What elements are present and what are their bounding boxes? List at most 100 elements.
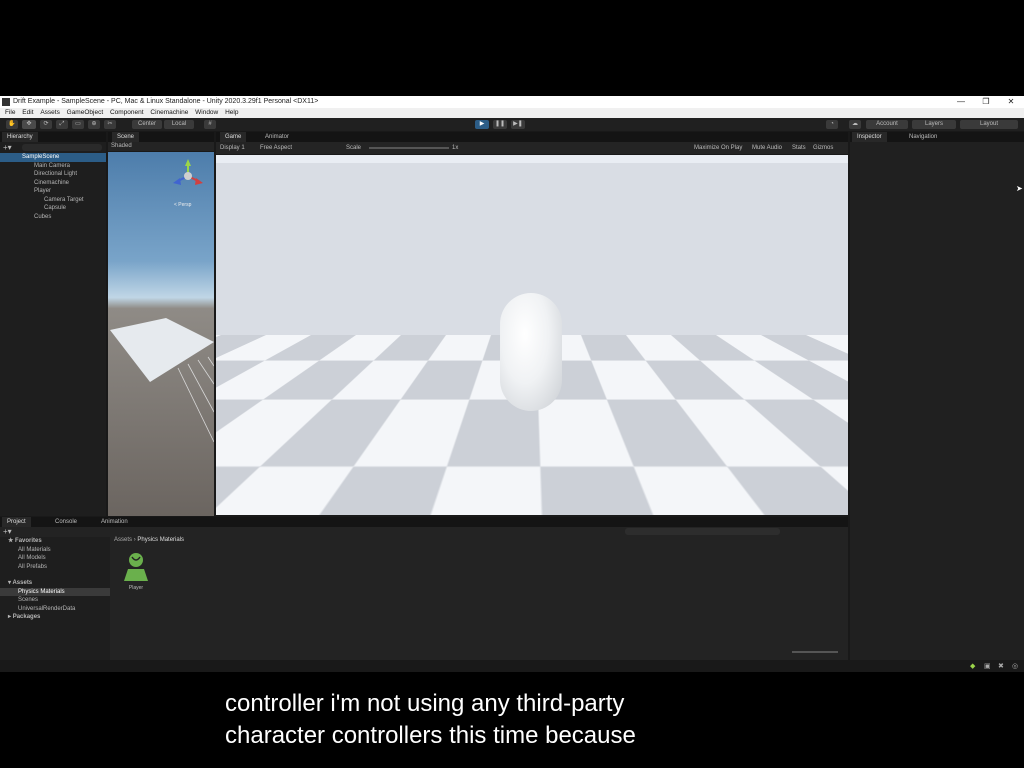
account-dropdown[interactable]: Account xyxy=(866,120,908,129)
inspector-tabstrip: Inspector Navigation xyxy=(850,132,1024,142)
scale-tool-button[interactable]: ⤢ xyxy=(56,120,68,129)
status-icon-4: ◎ xyxy=(1012,662,1018,670)
pause-button[interactable]: ❚❚ xyxy=(493,120,507,129)
hierarchy-tabstrip: Hierarchy xyxy=(0,132,106,142)
project-search-input[interactable] xyxy=(625,528,780,535)
tab-animation[interactable]: Animation xyxy=(96,517,133,527)
collab-icon[interactable]: ◔ xyxy=(826,120,838,129)
aspect-dropdown[interactable]: Free Aspect xyxy=(260,142,292,154)
step-button[interactable]: ▶❚ xyxy=(511,120,525,129)
status-icon: ◆ xyxy=(970,662,975,670)
folder-scenes[interactable]: Scenes xyxy=(0,596,110,605)
mute-audio-toggle[interactable]: Mute Audio xyxy=(752,142,782,154)
breadcrumb-physics-materials[interactable]: Physics Materials xyxy=(137,537,184,543)
scale-label: Scale xyxy=(346,142,361,154)
tab-project[interactable]: Project xyxy=(2,517,31,527)
minimize-button[interactable]: — xyxy=(954,96,968,108)
folder-universal-render-data[interactable]: UniversalRenderData xyxy=(0,605,110,614)
hand-tool-button[interactable]: ✋ xyxy=(6,120,18,129)
hierarchy-add-button[interactable]: +▾ xyxy=(3,143,12,152)
tree-item-capsule[interactable]: Capsule xyxy=(0,204,106,213)
menu-bar: File Edit Assets GameObject Component Ci… xyxy=(0,108,1024,118)
game-sky xyxy=(216,155,848,163)
tab-inspector[interactable]: Inspector xyxy=(852,132,887,142)
asset-item-player[interactable]: Player xyxy=(118,551,154,593)
scene-gizmo[interactable] xyxy=(170,158,206,194)
tree-item-samplescene[interactable]: SampleScene xyxy=(0,153,106,162)
menu-gameobject[interactable]: GameObject xyxy=(67,108,104,118)
pivot-toggle[interactable]: Center xyxy=(132,120,162,129)
unity-logo-icon xyxy=(2,98,10,106)
menu-edit[interactable]: Edit xyxy=(22,108,33,118)
scale-slider[interactable] xyxy=(369,147,449,149)
subtitle-line-2: character controllers this time because xyxy=(225,722,636,750)
shading-mode-dropdown[interactable]: Shaded xyxy=(111,141,132,151)
maximize-button[interactable]: ❐ xyxy=(979,96,993,108)
scene-view[interactable]: < Persp xyxy=(108,152,214,516)
menu-component[interactable]: Component xyxy=(110,108,144,118)
rect-tool-button[interactable]: ▭ xyxy=(72,120,84,129)
physics-material-icon xyxy=(120,551,152,583)
breadcrumb-assets[interactable]: Assets xyxy=(114,537,132,543)
stats-toggle[interactable]: Stats xyxy=(792,142,806,154)
project-add-button[interactable]: +▾ xyxy=(3,527,12,536)
favorite-all-models[interactable]: All Models xyxy=(0,554,110,563)
project-panel: Project Console Animation +▾ ★ Favorites… xyxy=(0,517,848,660)
close-button[interactable]: ✕ xyxy=(1004,96,1018,108)
rotate-tool-button[interactable]: ⟳ xyxy=(40,120,52,129)
favorite-all-materials[interactable]: All Materials xyxy=(0,546,110,555)
project-tree: ★ Favorites All Materials All Models All… xyxy=(0,537,110,660)
menu-window[interactable]: Window xyxy=(195,108,218,118)
menu-file[interactable]: File xyxy=(5,108,15,118)
folder-physics-materials[interactable]: Physics Materials xyxy=(0,588,110,597)
hierarchy-search-input[interactable] xyxy=(22,144,102,151)
breadcrumb: Assets › Physics Materials xyxy=(114,537,184,543)
grid-snap-button[interactable]: # xyxy=(204,120,216,129)
custom-tool-button[interactable]: ✂ xyxy=(104,120,116,129)
status-icon-2: ▣ xyxy=(984,662,991,670)
menu-help[interactable]: Help xyxy=(225,108,238,118)
scale-value: 1x xyxy=(452,142,458,154)
space-toggle[interactable]: Local xyxy=(164,120,194,129)
cloud-icon[interactable]: ☁ xyxy=(849,120,861,129)
move-tool-button[interactable]: ✥ xyxy=(22,120,36,129)
letterbox-top xyxy=(0,0,1024,96)
player-capsule xyxy=(500,293,562,411)
tree-item-directional-light[interactable]: Directional Light xyxy=(0,170,106,179)
maximize-on-play-toggle[interactable]: Maximize On Play xyxy=(694,142,742,154)
window-titlebar: Drift Example - SampleScene - PC, Mac & … xyxy=(0,96,1024,108)
gizmos-dropdown[interactable]: Gizmos xyxy=(813,142,833,154)
asset-size-slider[interactable] xyxy=(792,651,838,653)
tree-item-camera-target[interactable]: Camera Target xyxy=(0,196,106,205)
tree-item-main-camera[interactable]: Main Camera xyxy=(0,162,106,171)
layout-dropdown[interactable]: Layout xyxy=(960,120,1018,129)
tab-hierarchy[interactable]: Hierarchy xyxy=(2,132,38,142)
main-toolbar: ✋ ✥ ⟳ ⤢ ▭ ⊕ ✂ Center Local # ▶ ❚❚ ▶❚ ◔ ☁… xyxy=(0,118,1024,131)
favorite-all-prefabs[interactable]: All Prefabs xyxy=(0,563,110,572)
scene-gizmo-label: < Persp xyxy=(174,202,191,208)
tree-item-cubes[interactable]: Cubes xyxy=(0,213,106,222)
tree-item-player[interactable]: Player xyxy=(0,187,106,196)
play-button[interactable]: ▶ xyxy=(475,120,489,129)
subtitle-line-1: controller i'm not using any third-party xyxy=(225,690,624,718)
tab-animator[interactable]: Animator xyxy=(260,132,294,142)
layers-dropdown[interactable]: Layers xyxy=(912,120,956,129)
hierarchy-tree: SampleScene Main Camera Directional Ligh… xyxy=(0,153,106,221)
transform-tool-button[interactable]: ⊕ xyxy=(88,120,100,129)
tree-item-cinemachine[interactable]: Cinemachine xyxy=(0,179,106,188)
menu-assets[interactable]: Assets xyxy=(40,108,60,118)
game-toolbar: Display 1 Free Aspect Scale 1x Maximize … xyxy=(216,142,848,154)
window-title: Drift Example - SampleScene - PC, Mac & … xyxy=(13,96,318,108)
menu-cinemachine[interactable]: Cinemachine xyxy=(150,108,188,118)
display-dropdown[interactable]: Display 1 xyxy=(220,142,245,154)
game-view[interactable] xyxy=(216,155,848,515)
game-tabstrip: Game Animator xyxy=(216,132,848,142)
scene-toolbar: Shaded xyxy=(108,142,214,151)
assets-folder[interactable]: ▾ Assets xyxy=(0,579,110,588)
subtitle-area: controller i'm not using any third-party… xyxy=(0,672,1024,768)
favorites-folder[interactable]: ★ Favorites xyxy=(0,537,110,546)
tab-console[interactable]: Console xyxy=(50,517,82,527)
packages-folder[interactable]: ▸ Packages xyxy=(0,613,110,622)
tab-game[interactable]: Game xyxy=(220,132,246,142)
tab-navigation[interactable]: Navigation xyxy=(904,132,942,142)
